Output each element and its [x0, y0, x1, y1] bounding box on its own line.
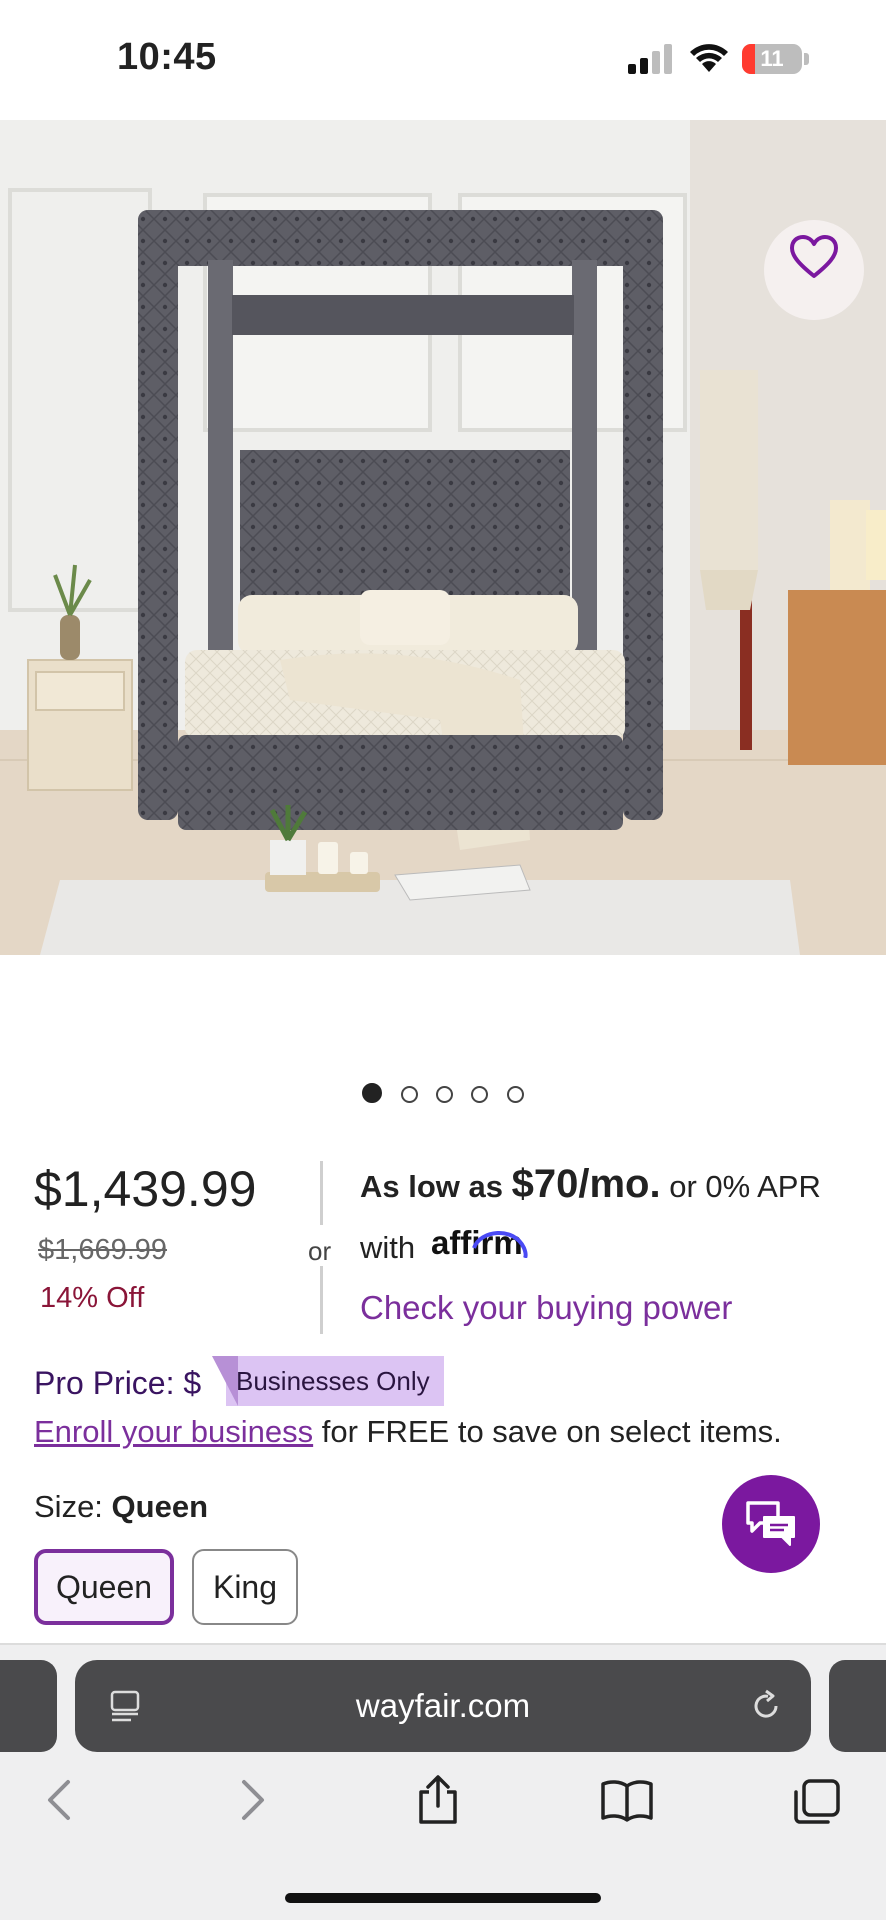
sale-price: $1,439.99	[34, 1161, 257, 1217]
financing-offer: As low as $70/mo. or 0% APR	[360, 1162, 821, 1207]
financing-suffix: or 0% APR	[669, 1169, 821, 1204]
cellular-signal-icon	[628, 44, 672, 74]
chat-button[interactable]	[722, 1475, 820, 1573]
divider	[320, 1161, 323, 1225]
enroll-line: Enroll your business for FREE to save on…	[34, 1414, 782, 1450]
url-text[interactable]: wayfair.com	[75, 1660, 811, 1752]
favorite-button[interactable]	[764, 220, 864, 320]
carousel-dot-1[interactable]	[362, 1083, 383, 1103]
address-bar[interactable]: wayfair.com	[75, 1660, 811, 1752]
financing-prefix: As low as	[360, 1169, 503, 1204]
canopy-bed-photo	[0, 120, 886, 955]
chat-icon	[746, 1501, 795, 1546]
pro-price-value: $	[183, 1365, 202, 1401]
size-selected: Queen	[111, 1489, 209, 1524]
discount-label: 14% Off	[40, 1282, 145, 1314]
carousel-dot-4[interactable]	[471, 1086, 489, 1103]
share-icon[interactable]	[415, 1774, 461, 1826]
next-tab-preview[interactable]	[829, 1660, 886, 1752]
size-option-queen[interactable]: Queen	[34, 1549, 174, 1625]
size-label-text: Size:	[34, 1489, 103, 1524]
product-image[interactable]	[0, 120, 886, 955]
tabs-icon[interactable]	[792, 1778, 842, 1826]
image-carousel-dots[interactable]	[0, 1083, 886, 1108]
previous-tab-preview[interactable]	[0, 1660, 57, 1752]
pro-price-label: Pro Price:	[34, 1365, 175, 1401]
check-buying-power-link[interactable]: Check your buying power	[360, 1289, 732, 1327]
size-label: Size: Queen	[34, 1489, 208, 1525]
businesses-only-badge: Businesses Only	[212, 1356, 444, 1406]
forward-icon[interactable]	[238, 1778, 268, 1822]
badge-text: Businesses Only	[236, 1366, 430, 1396]
status-bar: 10:45 11	[0, 0, 886, 120]
enroll-business-link[interactable]: Enroll your business	[34, 1414, 313, 1449]
home-indicator[interactable]	[285, 1893, 601, 1903]
carousel-dot-3[interactable]	[436, 1086, 453, 1103]
heart-icon	[790, 235, 838, 278]
pro-price: Pro Price: $	[34, 1365, 201, 1402]
battery-level: 11	[760, 46, 784, 71]
financing-with: with	[360, 1230, 416, 1265]
financing-monthly: $70/mo.	[511, 1162, 661, 1206]
enroll-text: for FREE to save on select items.	[321, 1414, 782, 1449]
wifi-icon	[690, 44, 728, 72]
bookmarks-icon[interactable]	[600, 1778, 654, 1822]
carousel-dot-2[interactable]	[400, 1086, 418, 1103]
or-label: or	[308, 1236, 332, 1266]
carousel-dot-5[interactable]	[506, 1086, 524, 1103]
battery-icon: 11	[742, 44, 802, 74]
status-time: 10:45	[117, 36, 217, 78]
divider	[320, 1266, 323, 1334]
original-price: $1,669.99	[38, 1234, 168, 1266]
size-option-king[interactable]: King	[192, 1549, 298, 1625]
affirm-arc-icon	[472, 1231, 528, 1258]
back-icon[interactable]	[44, 1778, 74, 1822]
reload-icon[interactable]	[748, 1688, 784, 1724]
